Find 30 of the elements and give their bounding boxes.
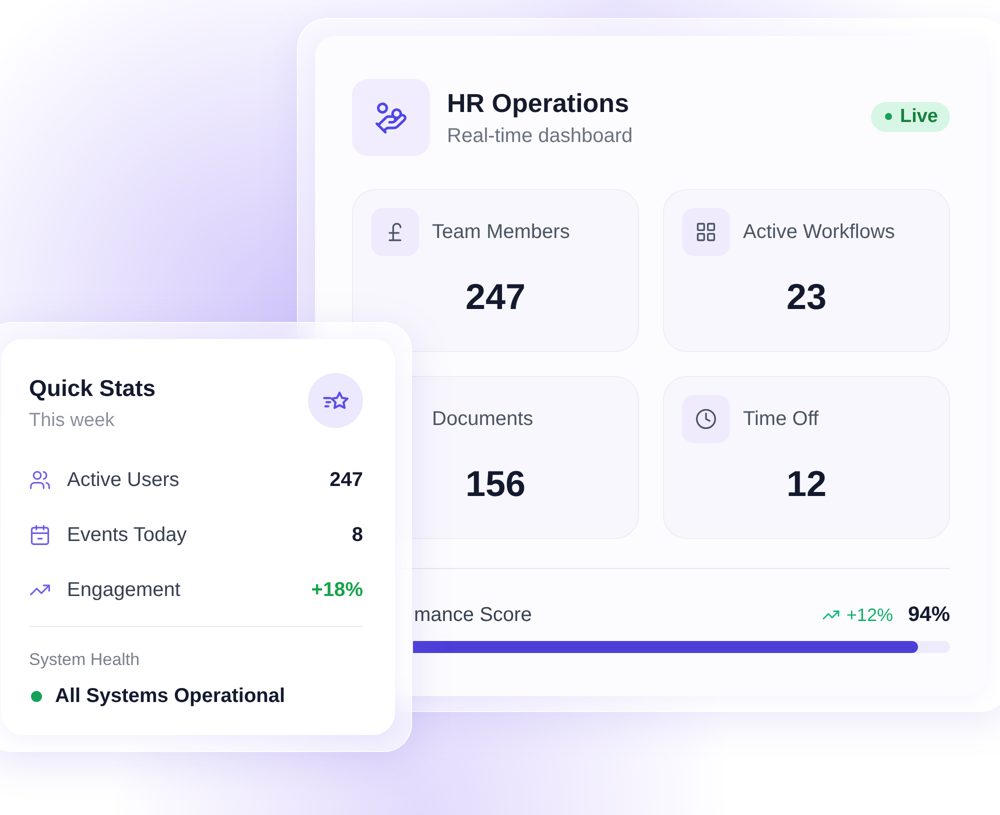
- stat-row-label: Engagement: [67, 578, 180, 603]
- stat-label: Active Workflows: [743, 220, 895, 245]
- stat-value: 23: [786, 278, 827, 316]
- grid-icon: [682, 208, 730, 256]
- dashboard-title: HR Operations: [447, 86, 630, 118]
- pound-icon: [371, 208, 419, 256]
- section-label: System Health: [29, 650, 140, 669]
- stat-row-label: Active Users: [67, 468, 180, 493]
- clock-icon: [682, 395, 730, 443]
- card-title: Quick Stats: [29, 375, 156, 401]
- stat-value: 12: [786, 465, 827, 503]
- performance-value: 94%: [908, 603, 950, 627]
- stat-row-label: Events Today: [67, 523, 187, 548]
- calendar-icon: [29, 524, 51, 546]
- hand-coins-icon: [352, 79, 430, 156]
- stat-value: 156: [465, 465, 526, 503]
- stat-label: Documents: [432, 407, 534, 432]
- stat-label: Team Members: [432, 220, 570, 245]
- status-label: Live: [900, 107, 938, 126]
- performance-label: mance Score: [414, 603, 532, 627]
- stat-row-value: 247: [330, 468, 363, 493]
- performance-change: +12%: [846, 604, 893, 627]
- dashboard-subtitle: Real-time dashboard: [447, 124, 633, 148]
- stat-value: 247: [465, 278, 526, 316]
- stat-row-value: +18%: [311, 578, 363, 603]
- stat-row-value: 8: [352, 523, 363, 548]
- users-icon: [29, 469, 51, 491]
- stat-label: Time Off: [743, 407, 819, 432]
- system-status: All Systems Operational: [55, 684, 286, 708]
- card-subtitle: This week: [29, 409, 116, 433]
